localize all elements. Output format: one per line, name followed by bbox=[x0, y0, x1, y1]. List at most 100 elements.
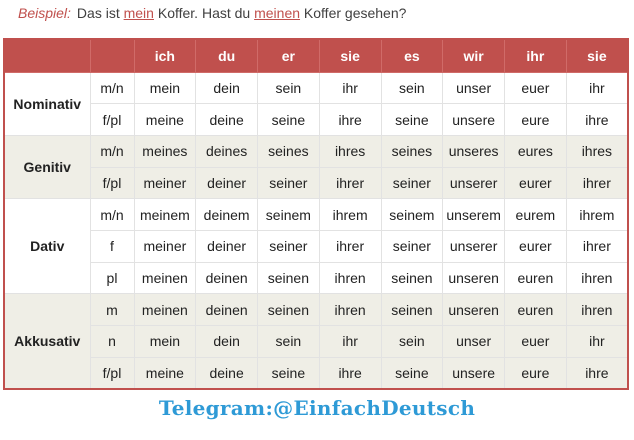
gender-cell: m/n bbox=[89, 71, 135, 105]
form-cell: meinem bbox=[133, 198, 197, 231]
form-cell: ihren bbox=[318, 261, 382, 295]
table-body: Nominativ m/n mein dein sein ihr sein un… bbox=[3, 71, 629, 390]
form-cell: ihr bbox=[565, 71, 629, 105]
header-du: du bbox=[195, 38, 258, 73]
form-cell: meinen bbox=[133, 293, 197, 326]
form-cell: sein bbox=[380, 325, 444, 358]
form-cell: unseren bbox=[442, 261, 505, 295]
form-cell: unserer bbox=[442, 229, 505, 263]
example-text-1: Das ist bbox=[76, 5, 124, 21]
form-cell: ihrer bbox=[318, 166, 382, 200]
form-cell: mein bbox=[133, 71, 197, 105]
form-cell: seine bbox=[257, 103, 320, 136]
form-cell: unserer bbox=[442, 166, 505, 200]
form-cell: eure bbox=[504, 103, 567, 136]
form-cell: unserem bbox=[442, 198, 505, 231]
case-dativ: Dativ bbox=[3, 198, 91, 295]
form-cell: eurer bbox=[504, 229, 567, 263]
header-es: es bbox=[380, 38, 444, 73]
form-cell: ihrem bbox=[318, 198, 382, 231]
form-cell: meine bbox=[133, 103, 197, 136]
example-word-mein: mein bbox=[123, 5, 154, 21]
example-sentence: Beispiel: Das ist mein Koffer. Hast du me… bbox=[18, 5, 406, 21]
header-ihr: ihr bbox=[504, 38, 567, 73]
form-cell: ihre bbox=[318, 356, 382, 390]
form-cell: ihren bbox=[318, 293, 382, 326]
header-row: ich du er sie es wir ihr sie bbox=[3, 38, 629, 73]
form-cell: deinen bbox=[195, 261, 258, 295]
example-label: Beispiel: bbox=[18, 5, 71, 21]
form-cell: seine bbox=[380, 356, 444, 390]
table-row: f/pl meine deine seine ihre seine unsere… bbox=[4, 103, 629, 136]
form-cell: seine bbox=[257, 356, 320, 390]
form-cell: deine bbox=[195, 103, 258, 136]
form-cell: ihre bbox=[318, 103, 382, 136]
form-cell: seiner bbox=[380, 229, 444, 263]
table-row: pl meinen deinen seinen ihren seinen uns… bbox=[4, 261, 629, 295]
gender-cell: pl bbox=[89, 261, 135, 295]
form-cell: ihr bbox=[318, 71, 382, 105]
form-cell: ihren bbox=[565, 261, 629, 295]
table-row: Akkusativ m meinen deinen seinen ihren s… bbox=[3, 293, 629, 390]
case-nominativ: Nominativ bbox=[3, 71, 91, 136]
form-cell: seinen bbox=[380, 293, 444, 326]
form-cell: euren bbox=[504, 293, 567, 326]
example-text-3: Koffer gesehen? bbox=[300, 5, 407, 21]
form-cell: sein bbox=[380, 71, 444, 105]
form-cell: eurem bbox=[504, 198, 567, 231]
form-cell: ihre bbox=[565, 103, 629, 136]
form-cell: ihrer bbox=[565, 166, 629, 200]
form-cell: unsere bbox=[442, 356, 505, 390]
form-cell: seinem bbox=[380, 198, 444, 231]
form-cell: unser bbox=[442, 325, 505, 358]
gender-cell: n bbox=[89, 325, 135, 358]
form-cell: ihr bbox=[565, 325, 629, 358]
form-cell: eure bbox=[504, 356, 567, 390]
form-cell: unser bbox=[442, 71, 505, 105]
form-cell: dein bbox=[195, 71, 258, 105]
form-cell: seines bbox=[257, 134, 320, 168]
form-cell: unseres bbox=[442, 134, 505, 168]
form-cell: ihrer bbox=[318, 229, 382, 263]
gender-cell: m/n bbox=[89, 134, 135, 168]
table-row: f/pl meine deine seine ihre seine unsere… bbox=[4, 356, 629, 390]
gender-cell: f/pl bbox=[89, 103, 135, 136]
form-cell: ihrem bbox=[565, 198, 629, 231]
form-cell: seiner bbox=[380, 166, 444, 200]
form-cell: seinen bbox=[257, 261, 320, 295]
form-cell: seine bbox=[380, 103, 444, 136]
form-cell: deinen bbox=[195, 293, 258, 326]
form-cell: euer bbox=[504, 325, 567, 358]
form-cell: meiner bbox=[133, 229, 197, 263]
table-row: Dativ m/n meinem deinem seinem ihrem sei… bbox=[3, 198, 629, 295]
form-cell: ihres bbox=[565, 134, 629, 168]
case-genitiv: Genitiv bbox=[3, 134, 91, 200]
form-cell: meinen bbox=[133, 261, 197, 295]
form-cell: deine bbox=[195, 356, 258, 390]
form-cell: unseren bbox=[442, 293, 505, 326]
form-cell: ihres bbox=[318, 134, 382, 168]
header-gender-spacer bbox=[89, 38, 135, 73]
form-cell: meine bbox=[133, 356, 197, 390]
header-er: er bbox=[257, 38, 320, 73]
form-cell: seiner bbox=[257, 166, 320, 200]
table-row: Nominativ m/n mein dein sein ihr sein un… bbox=[3, 71, 629, 136]
gender-cell: f/pl bbox=[89, 356, 135, 390]
form-cell: meines bbox=[133, 134, 197, 168]
form-cell: deinem bbox=[195, 198, 258, 231]
table-row: f/pl meiner deiner seiner ihrer seiner u… bbox=[4, 166, 629, 200]
possessive-declension-table: ich du er sie es wir ihr sie Nominativ m… bbox=[3, 38, 629, 390]
form-cell: ihr bbox=[318, 325, 382, 358]
gender-cell: f bbox=[89, 229, 135, 263]
header-corner bbox=[3, 38, 91, 73]
form-cell: ihren bbox=[565, 293, 629, 326]
form-cell: eures bbox=[504, 134, 567, 168]
form-cell: sein bbox=[257, 71, 320, 105]
gender-cell: m bbox=[89, 293, 135, 326]
example-text-2: Koffer. Hast du bbox=[153, 5, 255, 21]
form-cell: seines bbox=[380, 134, 444, 168]
case-akkusativ: Akkusativ bbox=[3, 293, 91, 390]
form-cell: seinen bbox=[380, 261, 444, 295]
form-cell: ihre bbox=[565, 356, 629, 390]
form-cell: deiner bbox=[195, 166, 258, 200]
